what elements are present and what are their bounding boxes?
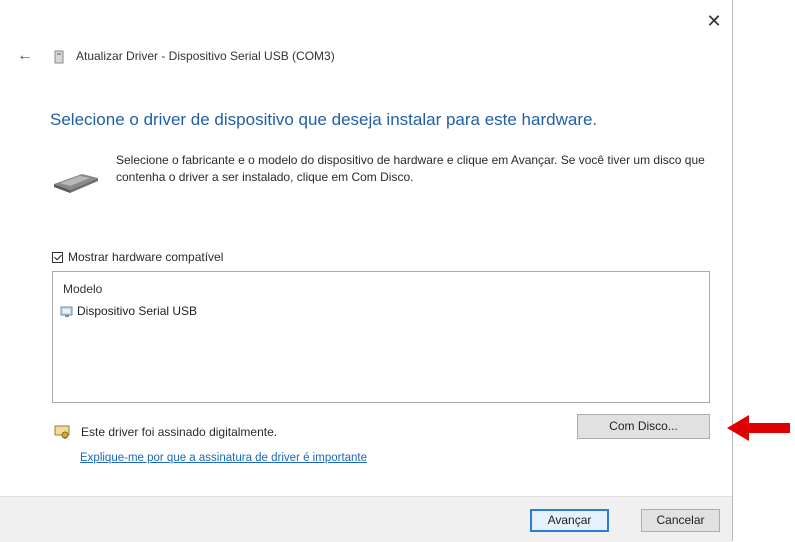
list-item[interactable]: Dispositivo Serial USB	[60, 304, 197, 318]
update-driver-dialog: ✕ ← Atualizar Driver - Dispositivo Seria…	[0, 0, 733, 542]
dialog-footer	[0, 496, 732, 542]
back-arrow-icon: ←	[17, 47, 33, 64]
cancel-button[interactable]: Cancelar	[641, 509, 720, 532]
signing-info-link[interactable]: Explique-me por que a assinatura de driv…	[80, 452, 367, 464]
instructions-text: Selecione o fabricante e o modelo do dis…	[116, 153, 705, 184]
have-disk-button[interactable]: Com Disco...	[577, 414, 710, 439]
signature-status-text: Este driver foi assinado digitalmente.	[81, 425, 278, 439]
show-compatible-hardware-label: Mostrar hardware compatível	[68, 250, 224, 264]
model-list[interactable]: Modelo Dispositivo Serial USB	[52, 271, 710, 403]
model-column-header: Modelo	[63, 282, 103, 296]
window-title: Atualizar Driver - Dispositivo Serial US…	[76, 49, 335, 63]
back-button[interactable]: ←	[15, 46, 35, 66]
close-icon: ✕	[706, 11, 722, 31]
signed-driver-icon	[54, 425, 70, 439]
close-button[interactable]: ✕	[700, 8, 728, 34]
list-item-label: Dispositivo Serial USB	[77, 304, 198, 318]
next-button[interactable]: Avançar	[530, 509, 609, 532]
hardware-device-icon	[54, 174, 98, 193]
usb-device-icon	[60, 306, 73, 317]
page-heading: Selecione o driver de dispositivo que de…	[50, 110, 598, 129]
show-compatible-hardware-checkbox[interactable]	[52, 251, 63, 263]
device-manager-icon	[54, 50, 64, 64]
red-arrow-annotation-icon	[727, 415, 790, 441]
show-compatible-hardware-row[interactable]: Mostrar hardware compatível	[52, 250, 223, 264]
